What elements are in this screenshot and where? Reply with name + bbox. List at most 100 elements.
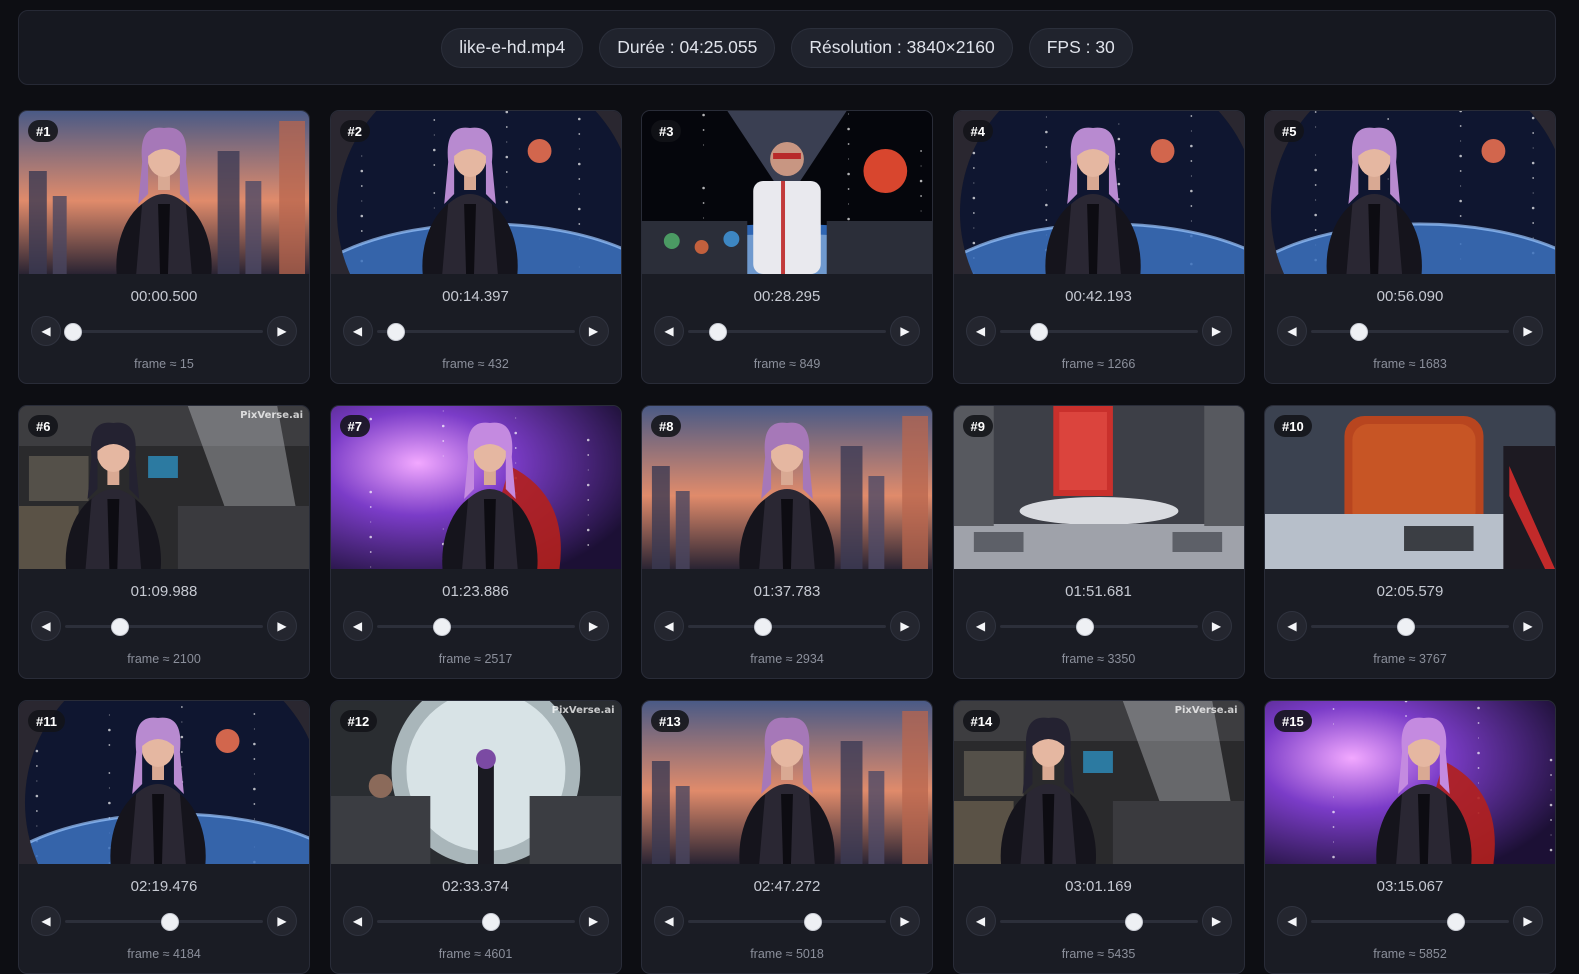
scrub-track[interactable] xyxy=(999,912,1198,931)
next-frame-button[interactable]: ▶ xyxy=(1513,316,1543,346)
frame-scrubber: ◀ ▶ xyxy=(642,904,932,940)
scrub-track[interactable] xyxy=(1311,322,1509,341)
scrub-handle[interactable] xyxy=(1349,322,1368,341)
scrub-handle[interactable] xyxy=(387,322,406,341)
scrub-track[interactable] xyxy=(1311,912,1509,931)
frame-index-badge: #8 xyxy=(651,415,682,437)
next-frame-button[interactable]: ▶ xyxy=(578,906,609,936)
previous-frame-button[interactable]: ◀ xyxy=(965,906,996,936)
scrub-handle[interactable] xyxy=(111,617,130,636)
scrub-track[interactable] xyxy=(999,617,1198,636)
next-frame-button[interactable]: ▶ xyxy=(1513,611,1543,641)
scrub-handle[interactable] xyxy=(1446,912,1465,931)
next-frame-button[interactable]: ▶ xyxy=(890,906,920,936)
previous-frame-button[interactable]: ◀ xyxy=(965,611,996,641)
frame-card: #7 01:23.886 ◀ ▶ frame ≈ 2517 xyxy=(329,405,622,679)
next-frame-button[interactable]: ▶ xyxy=(1201,316,1232,346)
scrub-track[interactable] xyxy=(376,912,575,931)
frame-index-badge: #9 xyxy=(962,415,993,437)
next-frame-button[interactable]: ▶ xyxy=(578,611,609,641)
previous-frame-button[interactable]: ◀ xyxy=(31,906,61,936)
previous-frame-button[interactable]: ◀ xyxy=(1277,316,1307,346)
previous-frame-button[interactable]: ◀ xyxy=(654,316,684,346)
scrub-handle[interactable] xyxy=(754,617,773,636)
previous-frame-button[interactable]: ◀ xyxy=(31,316,61,346)
scrub-track[interactable] xyxy=(376,617,575,636)
scrub-handle[interactable] xyxy=(803,912,822,931)
frame-index-badge: #1 xyxy=(28,120,59,142)
previous-frame-button[interactable]: ◀ xyxy=(342,611,373,641)
frame-thumbnail[interactable]: #2 xyxy=(330,111,621,274)
caret-right-icon: ▶ xyxy=(900,619,910,633)
previous-frame-button[interactable]: ◀ xyxy=(1277,906,1307,936)
scrub-track[interactable] xyxy=(688,322,886,341)
frame-timestamp: 02:19.476 xyxy=(130,878,198,895)
scrub-handle[interactable] xyxy=(1075,617,1094,636)
scrub-track[interactable] xyxy=(65,617,263,636)
previous-frame-button[interactable]: ◀ xyxy=(1277,611,1307,641)
frame-number: frame ≈ 5852 xyxy=(1373,947,1447,961)
frame-thumbnail[interactable]: #10 xyxy=(1265,406,1555,569)
next-frame-button[interactable]: ▶ xyxy=(1201,906,1232,936)
frame-thumbnail[interactable]: #9 xyxy=(953,406,1244,569)
next-frame-button[interactable]: ▶ xyxy=(578,316,609,346)
scrub-track[interactable] xyxy=(65,912,263,931)
scrub-track[interactable] xyxy=(688,912,886,931)
next-frame-button[interactable]: ▶ xyxy=(890,611,920,641)
frame-thumbnail[interactable]: #14 PixVerse.ai xyxy=(953,701,1244,864)
caret-left-icon: ◀ xyxy=(352,324,363,338)
previous-frame-button[interactable]: ◀ xyxy=(31,611,61,641)
next-frame-button[interactable]: ▶ xyxy=(267,611,297,641)
scrub-handle[interactable] xyxy=(63,322,82,341)
frame-thumbnail[interactable]: #8 xyxy=(642,406,932,569)
previous-frame-button[interactable]: ◀ xyxy=(342,906,373,936)
scrub-track[interactable] xyxy=(376,322,575,341)
scrub-handle[interactable] xyxy=(1397,617,1416,636)
frame-thumbnail[interactable]: #12 PixVerse.ai xyxy=(330,701,621,864)
scrub-handle[interactable] xyxy=(1030,322,1049,341)
frame-thumbnail[interactable]: #13 xyxy=(642,701,932,864)
frame-thumbnail[interactable]: #4 xyxy=(953,111,1244,274)
frame-timestamp: 00:00.500 xyxy=(130,288,198,305)
scrub-handle[interactable] xyxy=(160,912,179,931)
frame-thumbnail[interactable]: #11 xyxy=(19,701,309,864)
scrub-track[interactable] xyxy=(63,322,263,341)
frame-index-badge: #13 xyxy=(651,710,689,732)
scrub-track[interactable] xyxy=(999,322,1198,341)
previous-frame-button[interactable]: ◀ xyxy=(965,316,996,346)
caret-left-icon: ◀ xyxy=(975,914,986,928)
frame-thumbnail[interactable]: #6 PixVerse.ai xyxy=(19,406,309,569)
next-frame-button[interactable]: ▶ xyxy=(267,906,297,936)
frame-thumbnail[interactable]: #15 xyxy=(1265,701,1555,864)
frame-index-badge: #2 xyxy=(339,120,370,142)
next-frame-button[interactable]: ▶ xyxy=(890,316,920,346)
scrub-handle[interactable] xyxy=(432,617,451,636)
frame-scrubber: ◀ ▶ xyxy=(642,609,932,645)
next-frame-button[interactable]: ▶ xyxy=(267,316,297,346)
caret-left-icon: ◀ xyxy=(1287,619,1297,633)
scrub-handle[interactable] xyxy=(482,912,501,931)
frame-thumbnail[interactable]: #7 xyxy=(330,406,621,569)
previous-frame-button[interactable]: ◀ xyxy=(342,316,373,346)
frame-card: #6 PixVerse.ai 01:09.988 ◀ ▶ frame ≈ 210… xyxy=(18,405,310,679)
fps-pill: FPS : 30 xyxy=(1028,27,1133,68)
previous-frame-button[interactable]: ◀ xyxy=(654,611,684,641)
next-frame-button[interactable]: ▶ xyxy=(1201,611,1232,641)
previous-frame-button[interactable]: ◀ xyxy=(654,906,684,936)
caret-right-icon: ▶ xyxy=(588,324,599,338)
frame-card: #9 01:51.681 ◀ ▶ frame ≈ 3350 xyxy=(952,405,1245,679)
frame-index-badge: #11 xyxy=(28,710,65,732)
scrub-handle[interactable] xyxy=(1125,912,1144,931)
scrub-handle[interactable] xyxy=(708,322,727,341)
caret-right-icon: ▶ xyxy=(1211,324,1222,338)
frame-thumbnail[interactable]: #3 xyxy=(642,111,932,274)
caret-left-icon: ◀ xyxy=(41,914,51,928)
frame-card: #1 00:00.500 ◀ ▶ frame ≈ 15 xyxy=(18,110,310,384)
next-frame-button[interactable]: ▶ xyxy=(1513,906,1543,936)
frame-thumbnail[interactable]: #1 xyxy=(19,111,309,274)
scrub-track[interactable] xyxy=(688,617,886,636)
watermark: PixVerse.ai xyxy=(240,410,303,421)
scrub-track[interactable] xyxy=(1311,617,1509,636)
frame-thumbnail[interactable]: #5 xyxy=(1265,111,1555,274)
frame-card: #14 PixVerse.ai 03:01.169 ◀ ▶ frame ≈ 54… xyxy=(952,700,1245,974)
